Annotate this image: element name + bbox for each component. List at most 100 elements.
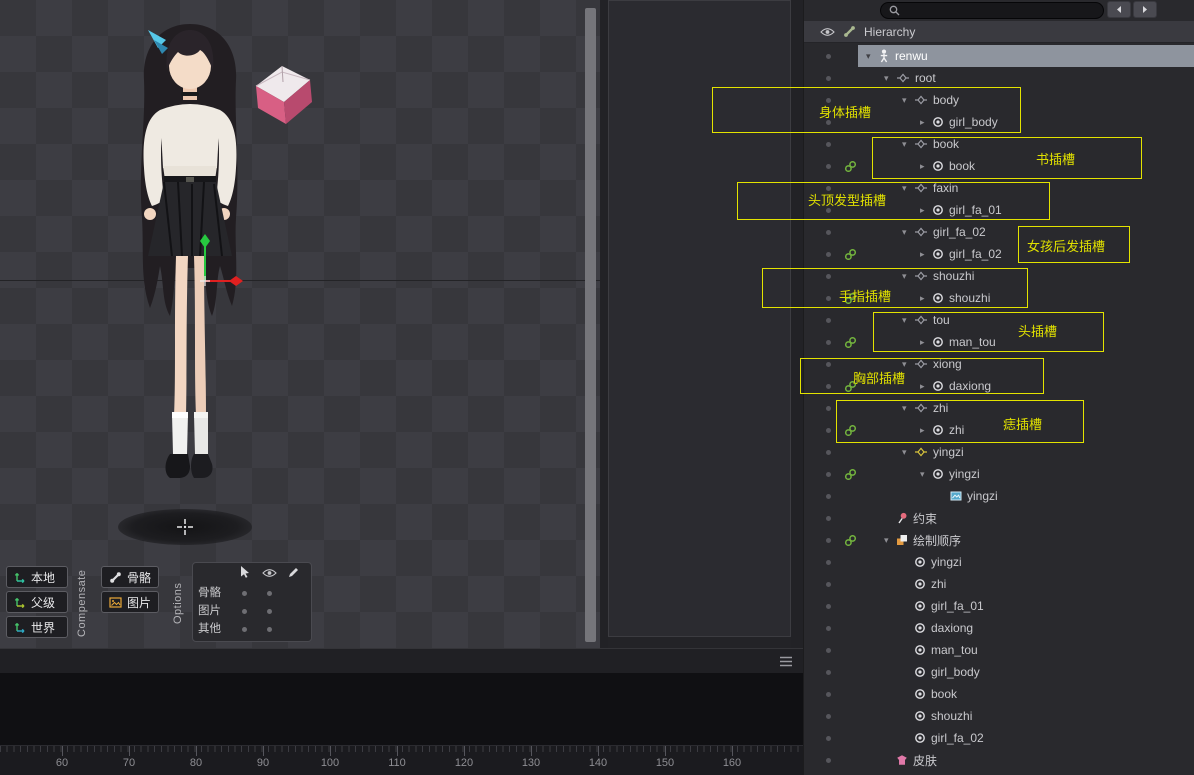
expand-arrow[interactable]: ▸ (920, 331, 932, 353)
tree-row-girl_fa_01[interactable]: girl_fa_01 (804, 595, 1194, 617)
expand-arrow[interactable]: ▾ (902, 309, 914, 331)
expand-arrow[interactable]: ▸ (920, 155, 932, 177)
visibility-dot[interactable] (826, 582, 831, 587)
expand-arrow[interactable]: ▾ (902, 441, 914, 463)
tree-row-book[interactable]: book (804, 683, 1194, 705)
option-dot[interactable] (242, 627, 247, 632)
visibility-dot[interactable] (826, 560, 831, 565)
tree-row-faxin[interactable]: ▾faxin (804, 177, 1194, 199)
viewport-scrollbar[interactable] (585, 8, 596, 642)
expand-arrow[interactable]: ▾ (902, 397, 914, 419)
options-pencil-icon[interactable] (288, 567, 299, 578)
expand-arrow[interactable]: ▸ (920, 419, 932, 441)
option-dot[interactable] (267, 627, 272, 632)
expand-arrow[interactable]: ▸ (920, 199, 932, 221)
visibility-dot[interactable] (826, 384, 831, 389)
tree-row-book[interactable]: ▸book (804, 155, 1194, 177)
transform-gizmo[interactable] (193, 230, 249, 293)
compensate-bone-button[interactable]: 骨骼 (101, 566, 159, 588)
tree-row-body[interactable]: ▾body (804, 89, 1194, 111)
visibility-dot[interactable] (826, 516, 831, 521)
tree-row-shouzhi[interactable]: ▾shouzhi (804, 265, 1194, 287)
expand-arrow[interactable]: ▸ (920, 243, 932, 265)
expand-arrow[interactable]: ▸ (920, 111, 932, 133)
parent-axes-button[interactable]: 父级 (6, 591, 68, 613)
viewport[interactable]: 本地父级世界 Compensate 骨骼图片 Options 骨骼图片其他 (0, 0, 600, 648)
visibility-dot[interactable] (826, 362, 831, 367)
visibility-dot[interactable] (826, 296, 831, 301)
dopesheet-area[interactable] (0, 673, 803, 745)
visibility-dot[interactable] (826, 98, 831, 103)
option-dot[interactable] (242, 609, 247, 614)
expand-arrow[interactable]: ▾ (902, 89, 914, 111)
shadow-bone-crosshair[interactable] (176, 518, 194, 541)
hierarchy-bone-icon[interactable] (843, 25, 856, 38)
tree-row-shouzhi[interactable]: ▸shouzhi (804, 287, 1194, 309)
tree-row-man_tou[interactable]: man_tou (804, 639, 1194, 661)
expand-arrow[interactable]: ▾ (884, 67, 896, 89)
visibility-dot[interactable] (826, 164, 831, 169)
tree-row-约束[interactable]: 约束 (804, 507, 1194, 529)
tree-row-yingzi[interactable]: ▾yingzi (804, 441, 1194, 463)
visibility-dot[interactable] (826, 142, 831, 147)
visibility-dot[interactable] (826, 252, 831, 257)
tree-row-xiong[interactable]: ▾xiong (804, 353, 1194, 375)
option-dot[interactable] (267, 591, 272, 596)
option-dot[interactable] (267, 609, 272, 614)
tree-row-yingzi[interactable]: yingzi (804, 485, 1194, 507)
tree-row-renwu[interactable]: ▾renwu (804, 45, 1194, 67)
hierarchy-eye-icon[interactable] (820, 27, 835, 37)
tree-row-zhi[interactable]: zhi (804, 573, 1194, 595)
tree-row-绘制顺序[interactable]: ▾绘制顺序 (804, 529, 1194, 551)
visibility-dot[interactable] (826, 230, 831, 235)
compensate-picture-button[interactable]: 图片 (101, 591, 159, 613)
visibility-dot[interactable] (826, 494, 831, 499)
expand-arrow[interactable]: ▾ (884, 529, 896, 551)
tree-row-girl_fa_01[interactable]: ▸girl_fa_01 (804, 199, 1194, 221)
expand-arrow[interactable]: ▾ (866, 45, 878, 67)
visibility-dot[interactable] (826, 626, 831, 631)
back-button[interactable] (1107, 1, 1131, 18)
forward-button[interactable] (1133, 1, 1157, 18)
options-eye-icon[interactable] (262, 568, 277, 578)
tree-row-man_tou[interactable]: ▸man_tou (804, 331, 1194, 353)
expand-arrow[interactable]: ▸ (920, 375, 932, 397)
visibility-dot[interactable] (826, 428, 831, 433)
tree-row-girl_fa_02[interactable]: ▾girl_fa_02 (804, 221, 1194, 243)
tree-row-root[interactable]: ▾root (804, 67, 1194, 89)
visibility-dot[interactable] (826, 76, 831, 81)
visibility-dot[interactable] (826, 604, 831, 609)
visibility-dot[interactable] (826, 274, 831, 279)
visibility-dot[interactable] (826, 186, 831, 191)
visibility-dot[interactable] (826, 120, 831, 125)
tree-row-yingzi[interactable]: ▾yingzi (804, 463, 1194, 485)
tree-row-girl_fa_02[interactable]: girl_fa_02 (804, 727, 1194, 749)
visibility-dot[interactable] (826, 736, 831, 741)
visibility-dot[interactable] (826, 692, 831, 697)
tree-row-zhi[interactable]: ▸zhi (804, 419, 1194, 441)
visibility-dot[interactable] (826, 450, 831, 455)
book-attachment[interactable] (248, 52, 318, 137)
visibility-dot[interactable] (826, 538, 831, 543)
world-axes-button[interactable]: 世界 (6, 616, 68, 638)
expand-arrow[interactable]: ▸ (920, 287, 932, 309)
search-box[interactable] (880, 2, 1104, 19)
expand-arrow[interactable]: ▾ (902, 221, 914, 243)
visibility-dot[interactable] (826, 54, 831, 59)
tree-row-book[interactable]: ▾book (804, 133, 1194, 155)
timeline-ruler[interactable]: 60708090100110120130140150160 (0, 745, 803, 775)
local-axes-button[interactable]: 本地 (6, 566, 68, 588)
visibility-dot[interactable] (826, 318, 831, 323)
expand-arrow[interactable]: ▾ (902, 353, 914, 375)
expand-arrow[interactable]: ▾ (920, 463, 932, 485)
menu-icon[interactable] (779, 656, 793, 667)
tree-row-zhi[interactable]: ▾zhi (804, 397, 1194, 419)
visibility-dot[interactable] (826, 340, 831, 345)
option-dot[interactable] (242, 591, 247, 596)
visibility-dot[interactable] (826, 714, 831, 719)
expand-arrow[interactable]: ▾ (902, 177, 914, 199)
expand-arrow[interactable]: ▾ (902, 265, 914, 287)
tree-row-皮肤[interactable]: 皮肤 (804, 749, 1194, 771)
tree-row-girl_body[interactable]: ▸girl_body (804, 111, 1194, 133)
tree-row-daxiong[interactable]: ▸daxiong (804, 375, 1194, 397)
